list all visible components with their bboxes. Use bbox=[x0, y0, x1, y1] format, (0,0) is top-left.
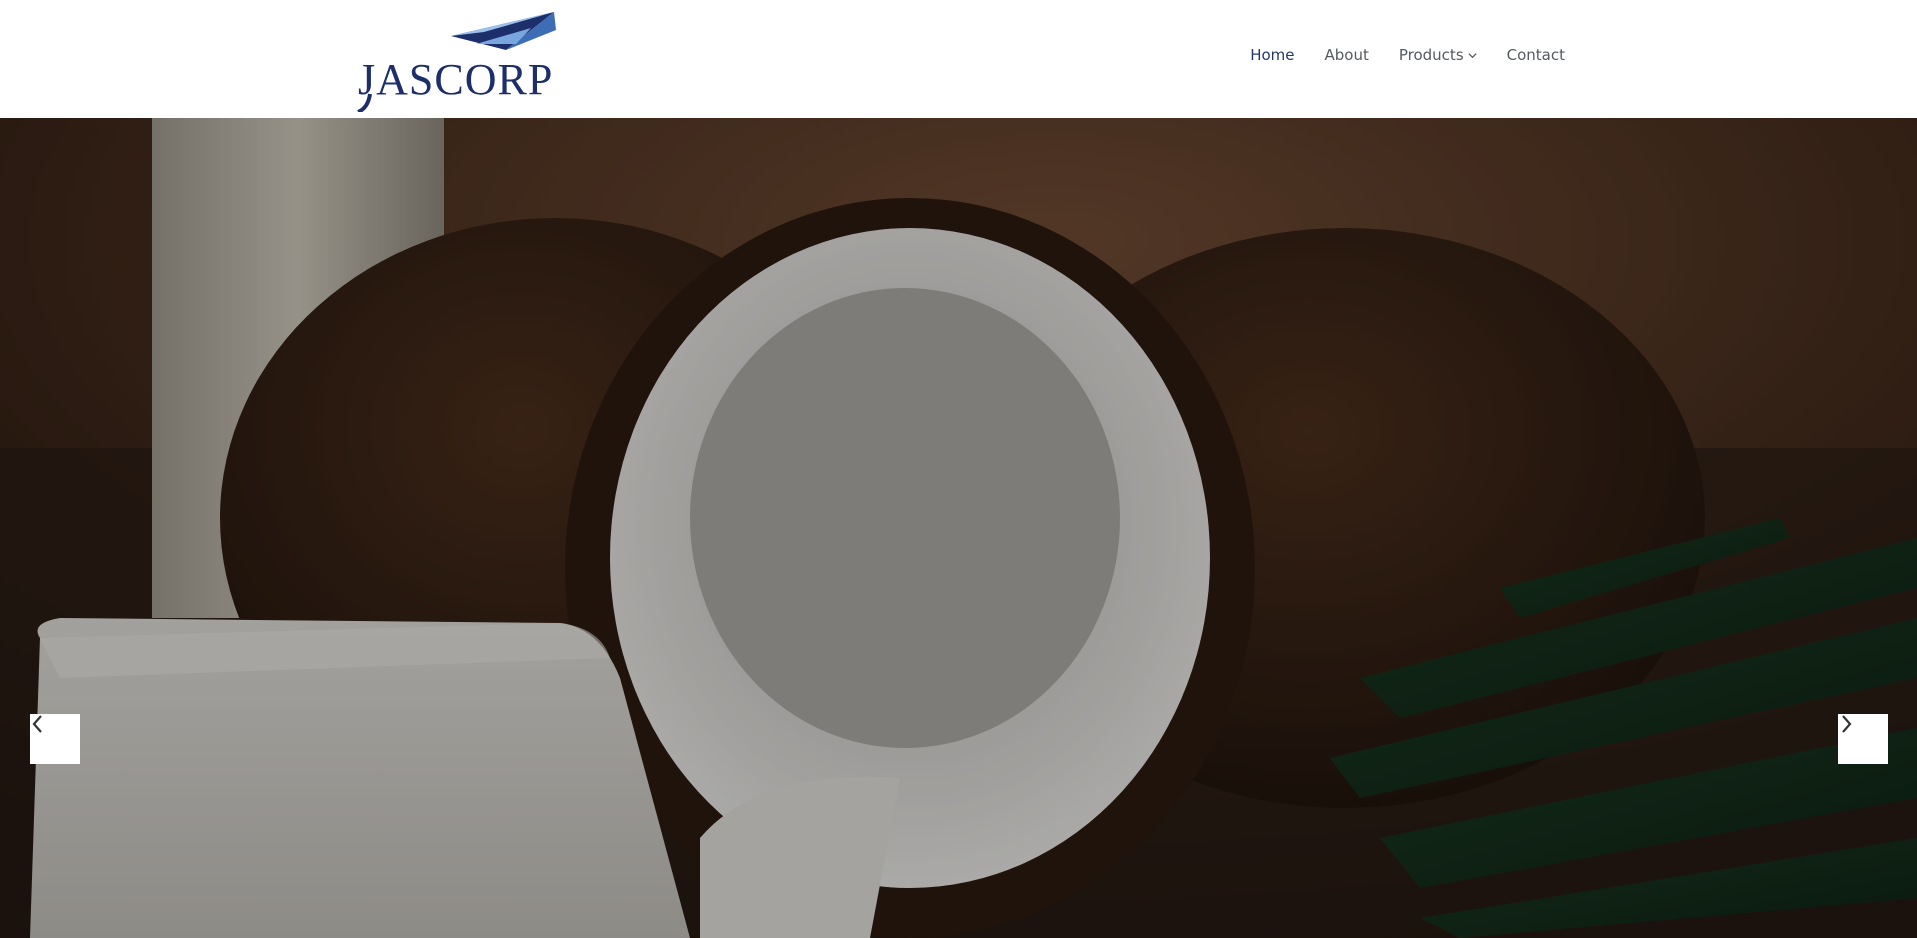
svg-text:JASCORP: JASCORP bbox=[358, 55, 553, 104]
nav-products[interactable]: Products bbox=[1399, 46, 1477, 64]
nav-about-label: About bbox=[1324, 46, 1369, 64]
chevron-left-icon bbox=[32, 715, 42, 733]
nav-home[interactable]: Home bbox=[1250, 46, 1294, 64]
slider-next-button[interactable] bbox=[1838, 714, 1888, 764]
nav-contact-label: Contact bbox=[1506, 46, 1565, 64]
slider-prev-button[interactable] bbox=[30, 714, 80, 764]
hero-image bbox=[0, 118, 1917, 938]
nav-products-label: Products bbox=[1398, 46, 1464, 64]
nav-about[interactable]: About bbox=[1325, 46, 1369, 64]
nav-contact[interactable]: Contact bbox=[1507, 46, 1565, 64]
jascorp-logo[interactable]: JASCORP bbox=[356, 8, 556, 112]
main-nav: Home About Products Contact bbox=[1220, 46, 1565, 64]
chevron-down-icon bbox=[1468, 52, 1477, 58]
hero-slider bbox=[0, 118, 1917, 938]
site-header: JASCORP Home About Products Contact bbox=[0, 0, 1917, 118]
nav-home-label: Home bbox=[1250, 46, 1295, 64]
chevron-right-icon bbox=[1842, 715, 1852, 733]
